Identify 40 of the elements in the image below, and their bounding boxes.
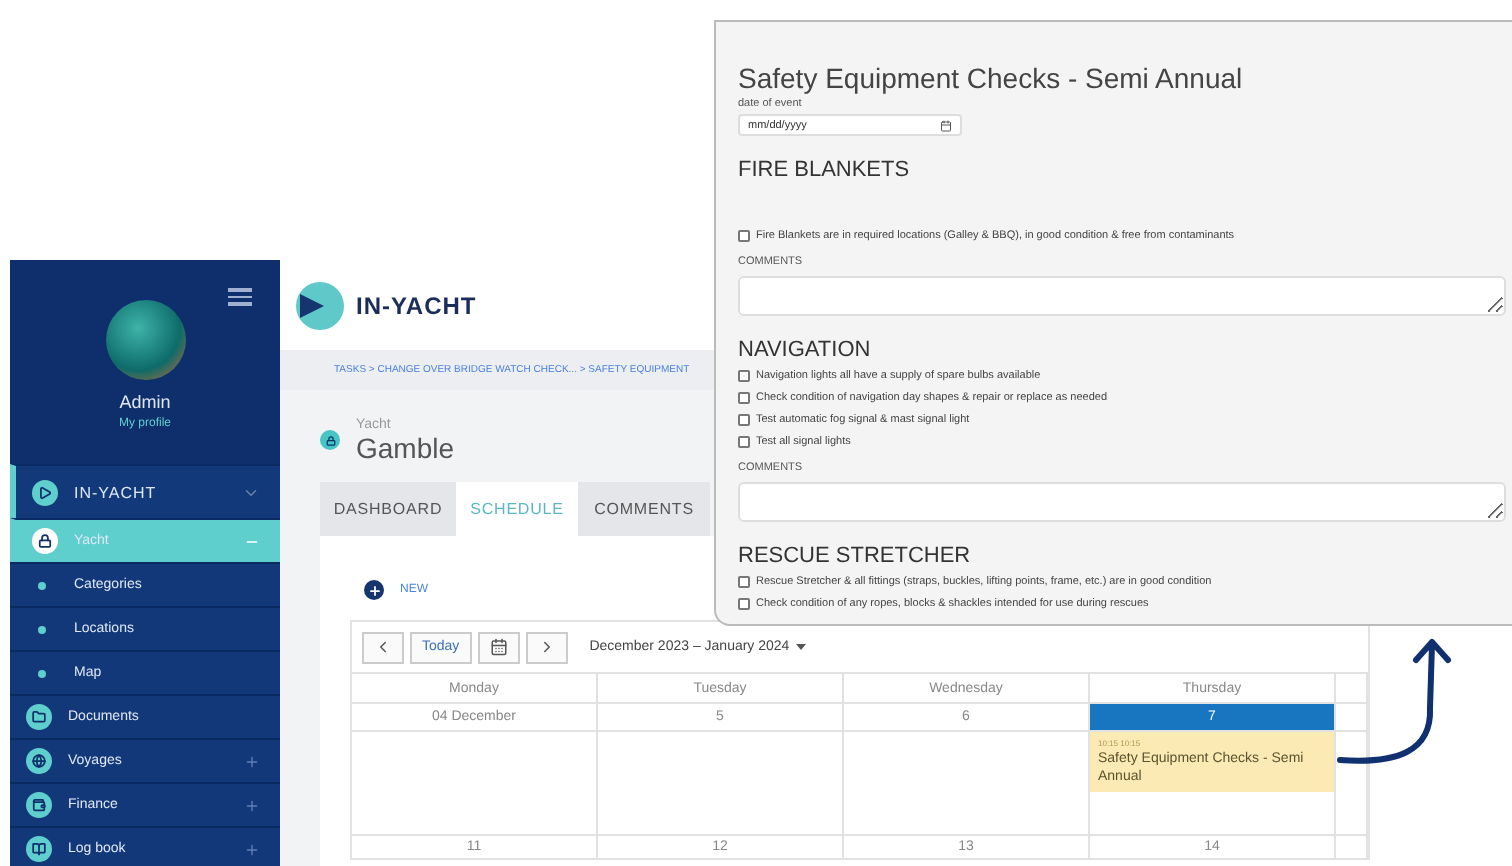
section-heading: RESCUE STRETCHER bbox=[738, 542, 973, 570]
checkbox[interactable] bbox=[738, 369, 750, 381]
record-name: Gamble bbox=[356, 431, 455, 463]
calendar-icon bbox=[489, 638, 508, 656]
calendar-icon bbox=[940, 119, 952, 131]
play-icon bbox=[32, 479, 58, 505]
checkbox[interactable] bbox=[738, 391, 750, 403]
bullet-icon bbox=[38, 581, 46, 589]
menu-icon[interactable] bbox=[228, 288, 252, 305]
globe-icon bbox=[26, 748, 52, 774]
section-heading: NAVIGATION bbox=[738, 336, 873, 364]
sidebar-item[interactable]: IN-YACHT bbox=[10, 464, 280, 518]
checkbox[interactable] bbox=[738, 575, 750, 587]
checkbox[interactable] bbox=[738, 435, 750, 447]
calendar-button[interactable] bbox=[477, 631, 520, 663]
plus-icon bbox=[364, 580, 384, 600]
checkbox[interactable] bbox=[738, 229, 750, 241]
lock-icon bbox=[320, 430, 340, 450]
lock-icon bbox=[32, 528, 58, 554]
book-icon bbox=[26, 836, 52, 862]
photo-placeholder bbox=[105, 300, 185, 380]
checkbox[interactable] bbox=[738, 413, 750, 425]
folder-icon bbox=[26, 704, 52, 730]
profile-name: Admin bbox=[119, 392, 171, 412]
comments-field[interactable] bbox=[738, 276, 1506, 316]
calendar-cell[interactable] bbox=[598, 730, 844, 834]
calendar-cell[interactable] bbox=[352, 730, 598, 834]
wallet-icon bbox=[26, 792, 52, 818]
tab[interactable]: DASHBOARD bbox=[320, 482, 456, 536]
section-heading: FIRE BLANKETS bbox=[738, 156, 912, 184]
checkbox[interactable] bbox=[738, 597, 750, 609]
bullet-icon bbox=[38, 669, 46, 677]
tab[interactable]: COMMENTS bbox=[578, 482, 710, 536]
chevron-left-icon bbox=[374, 638, 392, 656]
bullet-icon bbox=[38, 625, 46, 633]
popup-title: Safety Equipment Checks - Semi Annual bbox=[738, 60, 1245, 96]
brand-name: IN-YACHT bbox=[356, 291, 477, 319]
caret-icon bbox=[795, 644, 806, 650]
comments-field[interactable] bbox=[738, 482, 1506, 522]
logo-icon bbox=[296, 281, 344, 329]
